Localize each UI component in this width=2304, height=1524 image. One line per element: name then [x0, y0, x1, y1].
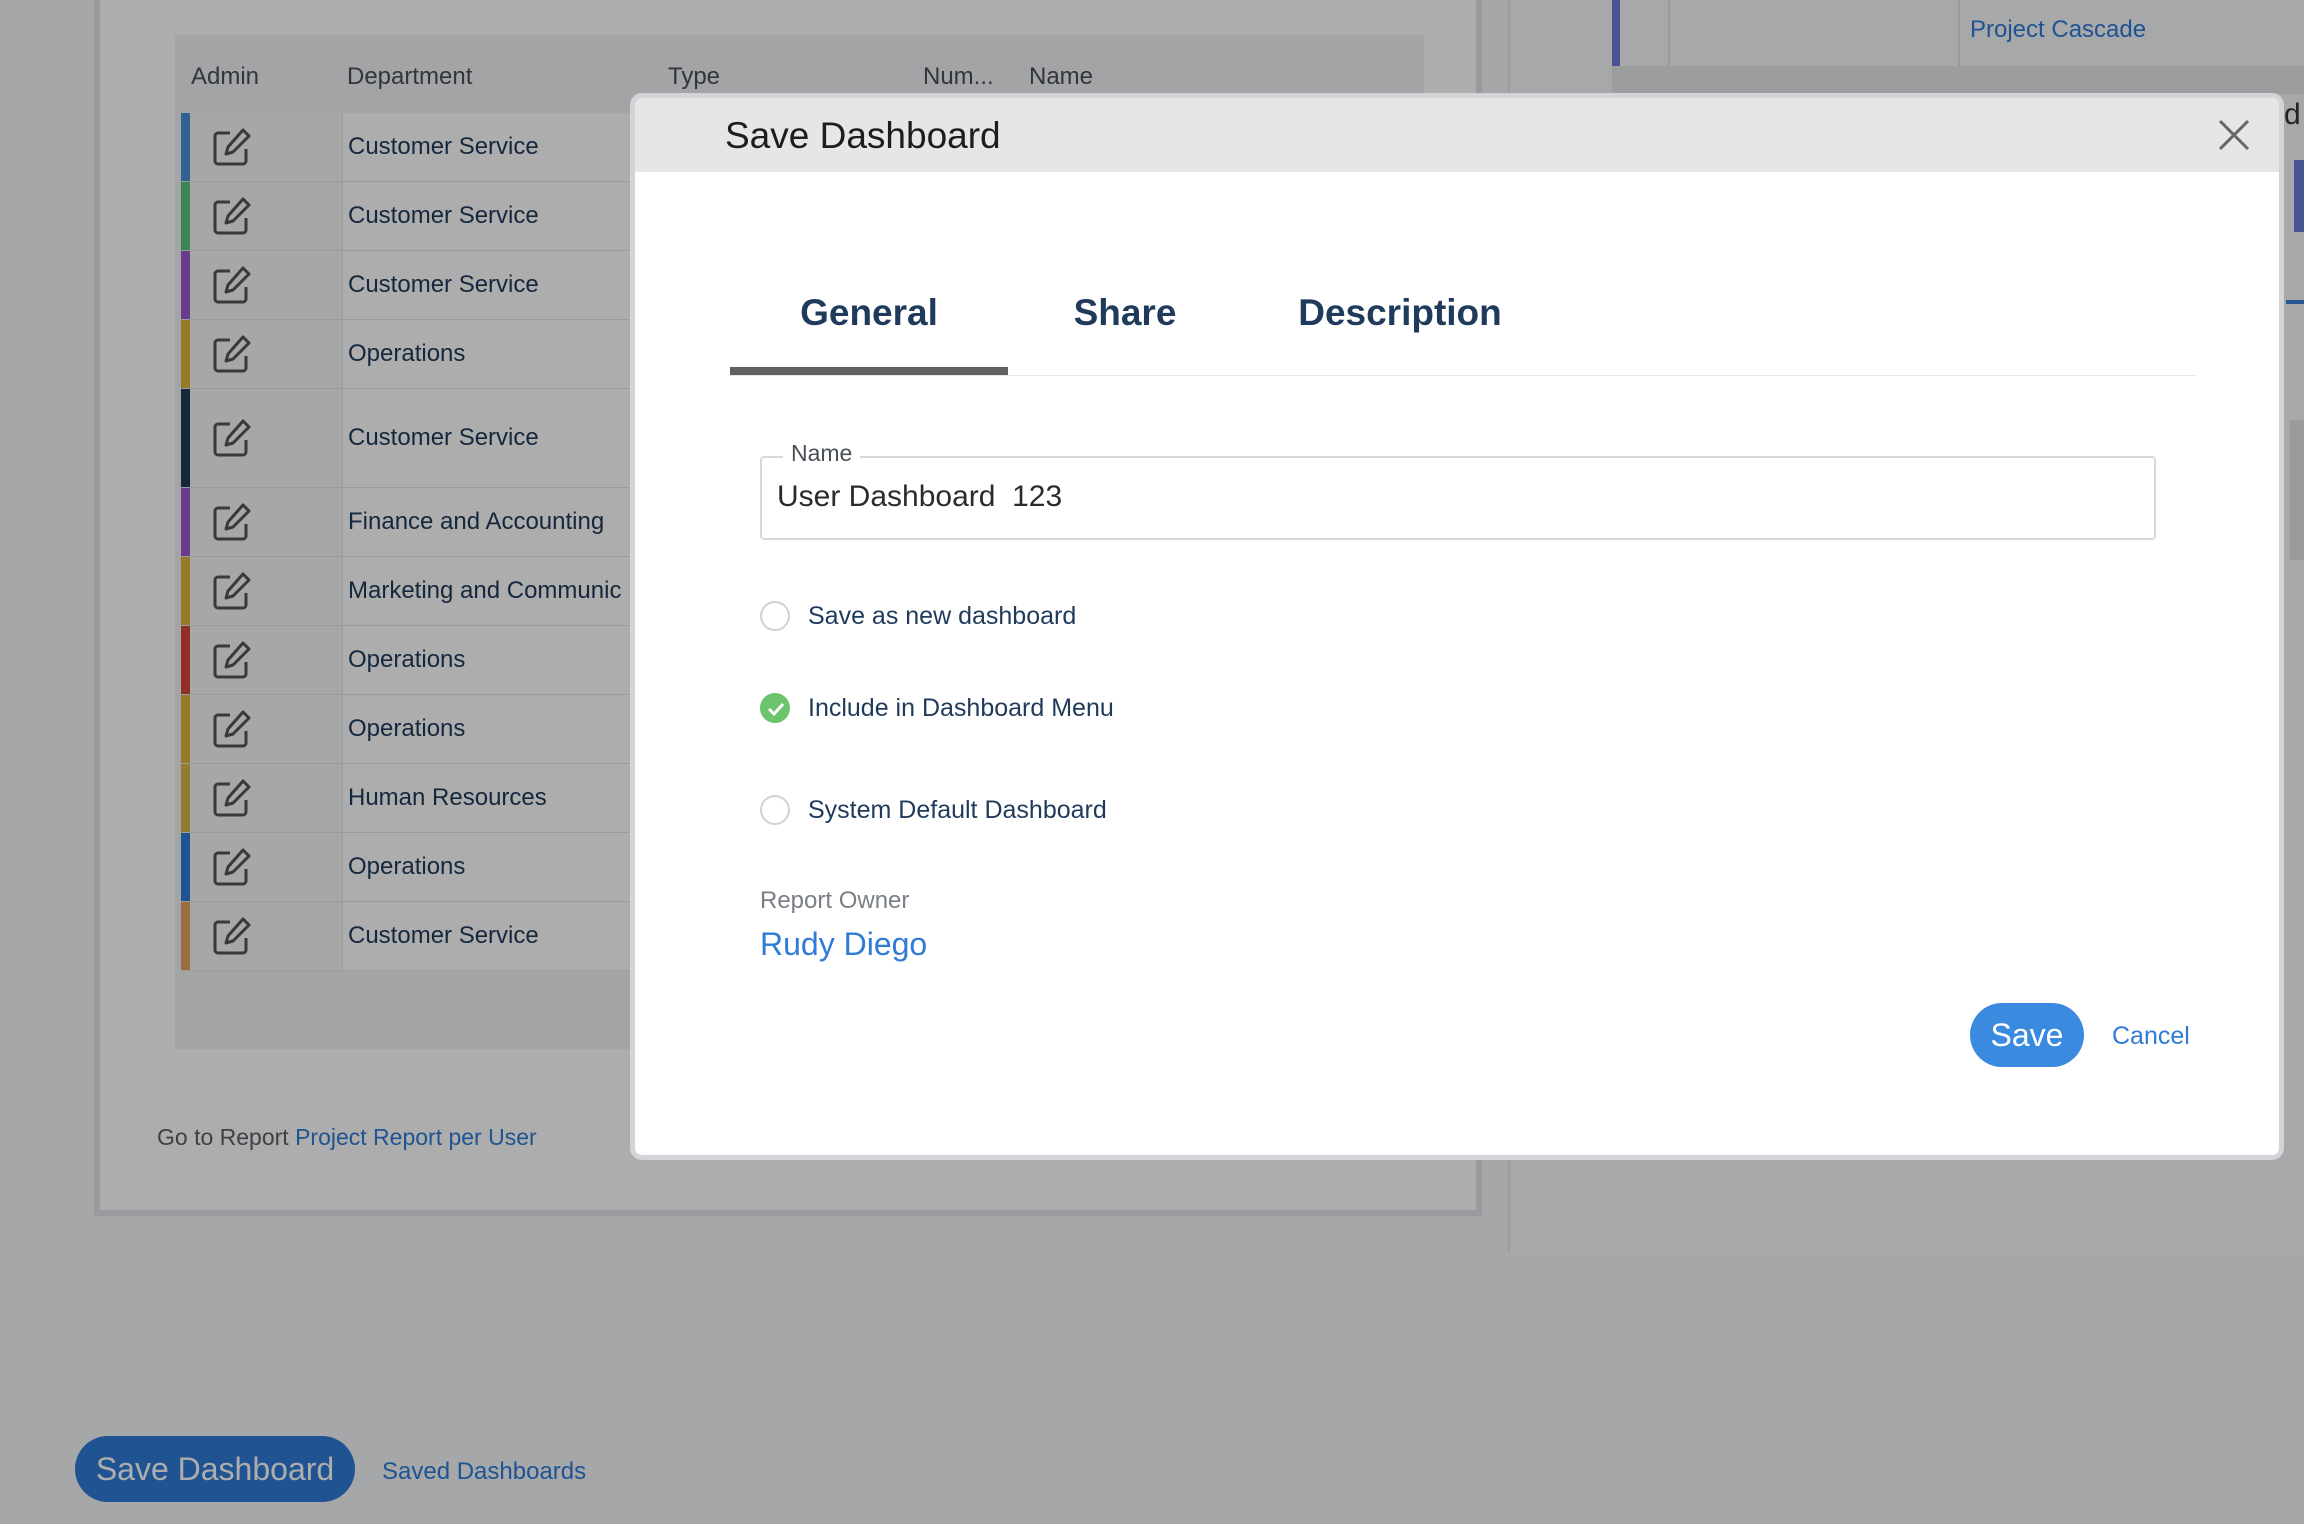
name-field-label: Name [783, 440, 861, 467]
dialog-header: Save Dashboard [635, 98, 2279, 172]
save-dashboard-dialog: Save Dashboard General Share Description… [630, 93, 2284, 1160]
tab-general[interactable]: General [730, 283, 1008, 375]
include-in-menu-label: Include in Dashboard Menu [808, 694, 1114, 722]
report-owner-link[interactable]: Rudy Diego [760, 926, 927, 963]
name-value[interactable]: User Dashboard 123 [777, 480, 1062, 514]
dialog-tabs: General Share Description [730, 283, 2196, 376]
name-field[interactable]: User Dashboard 123 [760, 456, 2156, 540]
report-owner-label: Report Owner [760, 887, 910, 914]
save-as-new-label: Save as new dashboard [808, 602, 1077, 630]
cancel-button[interactable]: Cancel [2112, 1022, 2190, 1051]
radio-unchecked-icon[interactable] [760, 795, 790, 825]
checkmark-icon[interactable] [760, 693, 790, 723]
dialog-title: Save Dashboard [725, 115, 1001, 156]
tab-share[interactable]: Share [1030, 283, 1220, 375]
tab-description[interactable]: Description [1270, 283, 1530, 375]
radio-unchecked-icon[interactable] [760, 601, 790, 631]
save-button[interactable]: Save [1970, 1003, 2084, 1067]
close-icon[interactable] [2217, 118, 2251, 152]
system-default-label: System Default Dashboard [808, 796, 1107, 824]
